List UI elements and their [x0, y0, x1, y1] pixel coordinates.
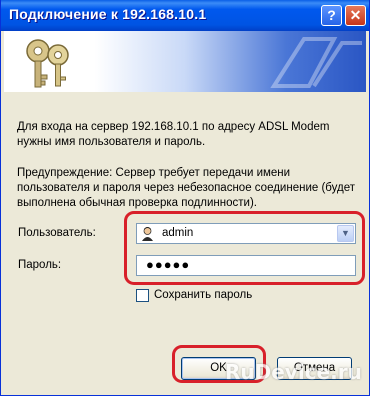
highlight-credentials	[124, 211, 365, 285]
remember-password-checkbox[interactable]	[136, 289, 149, 302]
dialog-title: Подключение к 192.168.10.1	[9, 6, 207, 22]
password-label: Пароль:	[18, 259, 62, 271]
remember-password-label[interactable]: Сохранить пароль	[154, 289, 252, 301]
username-label: Пользователь:	[18, 227, 96, 239]
keys-icon	[26, 39, 69, 88]
dialog-banner	[4, 31, 366, 92]
close-button[interactable]: ✕	[345, 5, 366, 26]
login-dialog: Подключение к 192.168.10.1 ? ✕ Для входа…	[0, 0, 370, 396]
description-text: Для входа на сервер 192.168.10.1 по адре…	[17, 121, 330, 148]
title-bar[interactable]: Подключение к 192.168.10.1 ? ✕	[1, 0, 369, 31]
warning-text: Предупреждение: Сервер требует передачи …	[17, 167, 355, 209]
banner-decoration	[270, 37, 362, 88]
help-button[interactable]: ?	[321, 5, 342, 26]
watermark: RuDevice.ru	[225, 360, 362, 384]
